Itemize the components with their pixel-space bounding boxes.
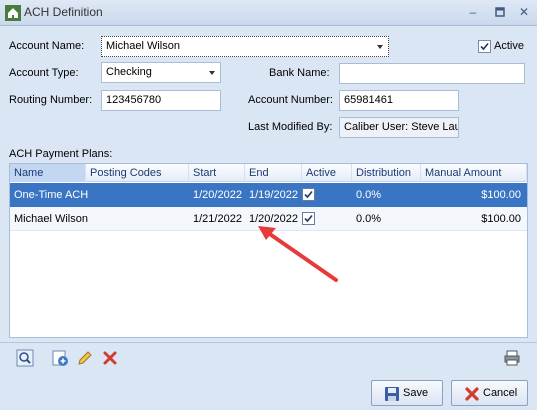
column-header-manual-amount[interactable]: Manual Amount bbox=[421, 164, 527, 182]
routing-number-value: 123456780 bbox=[106, 94, 162, 106]
active-label: Active bbox=[494, 40, 524, 52]
add-icon[interactable] bbox=[51, 349, 69, 367]
window-title: ACH Definition bbox=[24, 5, 103, 19]
row-end: 1/19/2022 bbox=[249, 189, 298, 201]
account-number-label: Account Number: bbox=[248, 94, 333, 106]
checkmark-icon bbox=[480, 42, 489, 51]
minimize-button[interactable]: – bbox=[465, 4, 481, 20]
active-checkbox[interactable] bbox=[478, 40, 491, 53]
cancel-button[interactable]: Cancel bbox=[451, 380, 528, 406]
close-button[interactable]: ✕ bbox=[516, 4, 532, 20]
maximize-button[interactable] bbox=[492, 4, 508, 20]
account-number-value: 65981461 bbox=[344, 94, 393, 106]
row-posting-codes bbox=[86, 207, 189, 231]
column-header-end[interactable]: End bbox=[245, 164, 302, 182]
row-active-checkbox[interactable] bbox=[302, 188, 315, 201]
maximize-icon bbox=[495, 7, 505, 17]
account-type-combo[interactable]: Checking bbox=[101, 62, 221, 83]
column-header-active[interactable]: Active bbox=[302, 164, 352, 182]
edit-icon[interactable] bbox=[76, 349, 94, 367]
annotation-arrow bbox=[258, 226, 338, 282]
row-manual-amount: $100.00 bbox=[481, 189, 521, 201]
routing-number-field[interactable]: 123456780 bbox=[101, 90, 221, 111]
account-type-value: Checking bbox=[106, 66, 152, 78]
account-name-combo[interactable]: Michael Wilson bbox=[101, 36, 389, 57]
row-start: 1/21/2022 bbox=[193, 213, 242, 225]
account-number-field[interactable]: 65981461 bbox=[339, 90, 459, 111]
column-header-start[interactable]: Start bbox=[189, 164, 245, 182]
save-button-label: Save bbox=[403, 387, 429, 399]
title-bar: ACH Definition – ✕ bbox=[0, 0, 537, 26]
search-icon[interactable] bbox=[16, 349, 34, 367]
delete-icon[interactable] bbox=[101, 349, 119, 367]
account-name-label: Account Name: bbox=[9, 40, 85, 52]
row-name: One-Time ACH bbox=[14, 189, 89, 201]
print-icon[interactable] bbox=[503, 349, 521, 367]
last-modified-field: Caliber User: Steve Lau bbox=[339, 117, 459, 138]
payment-plans-label: ACH Payment Plans: bbox=[9, 148, 113, 160]
table-row[interactable]: One-Time ACH 1/20/2022 1/19/2022 0.0% $1… bbox=[10, 183, 527, 207]
grid-toolbar bbox=[9, 347, 528, 369]
home-icon bbox=[5, 5, 21, 21]
bank-name-field[interactable] bbox=[339, 63, 525, 84]
cancel-button-label: Cancel bbox=[483, 387, 518, 399]
row-manual-amount: $100.00 bbox=[481, 213, 521, 225]
cancel-x-icon bbox=[465, 387, 479, 401]
column-header-name[interactable]: Name bbox=[10, 164, 86, 182]
save-button[interactable]: Save bbox=[371, 380, 443, 406]
toolbar-divider bbox=[0, 342, 537, 343]
row-distribution: 0.0% bbox=[356, 213, 382, 225]
column-header-posting-codes[interactable]: Posting Codes bbox=[86, 164, 189, 182]
row-name: Michael Wilson bbox=[14, 213, 88, 225]
checkmark-icon bbox=[304, 190, 313, 199]
floppy-disk-icon bbox=[385, 387, 399, 401]
bank-name-label: Bank Name: bbox=[269, 67, 330, 79]
account-name-value: Michael Wilson bbox=[106, 40, 180, 52]
row-distribution: 0.0% bbox=[356, 189, 382, 201]
last-modified-label: Last Modified By: bbox=[248, 121, 333, 133]
row-posting-codes bbox=[86, 183, 189, 207]
last-modified-value: Caliber User: Steve Lau bbox=[344, 121, 459, 133]
routing-number-label: Routing Number: bbox=[9, 94, 93, 106]
account-type-label: Account Type: bbox=[9, 67, 79, 79]
grid-header: Name Posting Codes Start End Active Dist… bbox=[10, 164, 527, 182]
column-header-distribution[interactable]: Distribution bbox=[352, 164, 421, 182]
row-start: 1/20/2022 bbox=[193, 189, 242, 201]
